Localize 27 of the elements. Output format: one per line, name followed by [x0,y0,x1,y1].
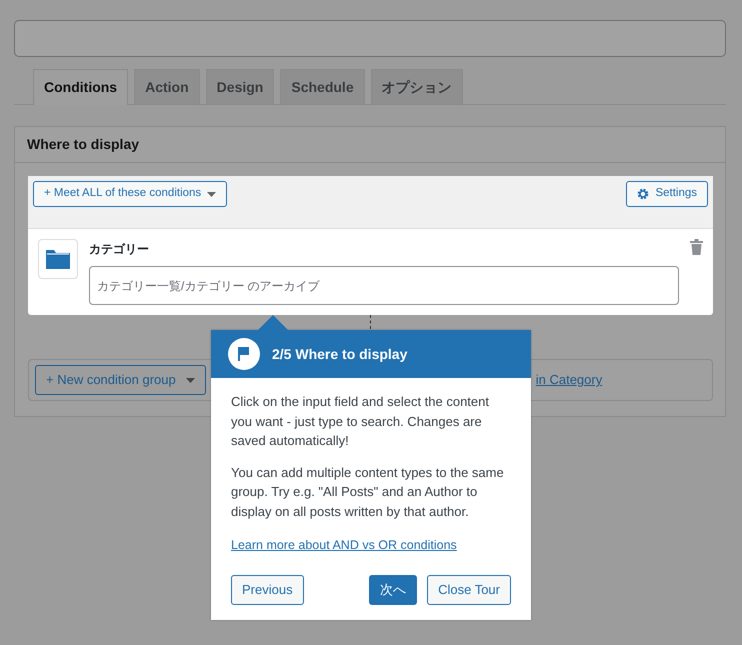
settings-button[interactable]: Settings [626,181,708,207]
tour-title: 2/5 Where to display [272,344,408,364]
connector-line [370,315,371,329]
tab[interactable]: Schedule [280,69,365,104]
caret-icon [186,378,195,382]
caret-icon [207,192,216,196]
tour-button[interactable]: Previous [231,575,304,605]
tab[interactable]: Design [206,69,274,104]
tab[interactable]: Action [134,69,200,104]
title-field[interactable] [14,20,726,57]
tour-text: Click on the input field and select the content you want - just type to search. Changes are saved automatically! [231,393,490,450]
match-dropdown[interactable]: + Meet ALL of these conditions [33,181,228,207]
flag-icon [228,338,260,370]
category-icon [38,239,78,279]
trash-icon [690,239,703,255]
tour-button[interactable]: 次へ [369,575,418,605]
tab[interactable]: Conditions [33,69,128,105]
tour-text: You can add multiple content types to the same group. Try e.g. "All Posts" and an Author to display on all posts written by that author. [231,464,505,521]
condition-input[interactable]: カテゴリー一覧/カテゴリー のアーカイブ [89,266,679,305]
settings-icon [637,188,650,200]
tour-button[interactable]: Close Tour [427,575,511,605]
learn-more-link[interactable]: Learn more about AND vs OR conditions [231,538,457,552]
tab[interactable]: オプション [370,69,463,104]
panel-title: Where to display [27,135,140,154]
condition-label: カテゴリー [89,241,150,258]
category-link[interactable]: in Category [536,370,602,390]
new-group-dropdown[interactable]: + New condition group [35,365,206,395]
